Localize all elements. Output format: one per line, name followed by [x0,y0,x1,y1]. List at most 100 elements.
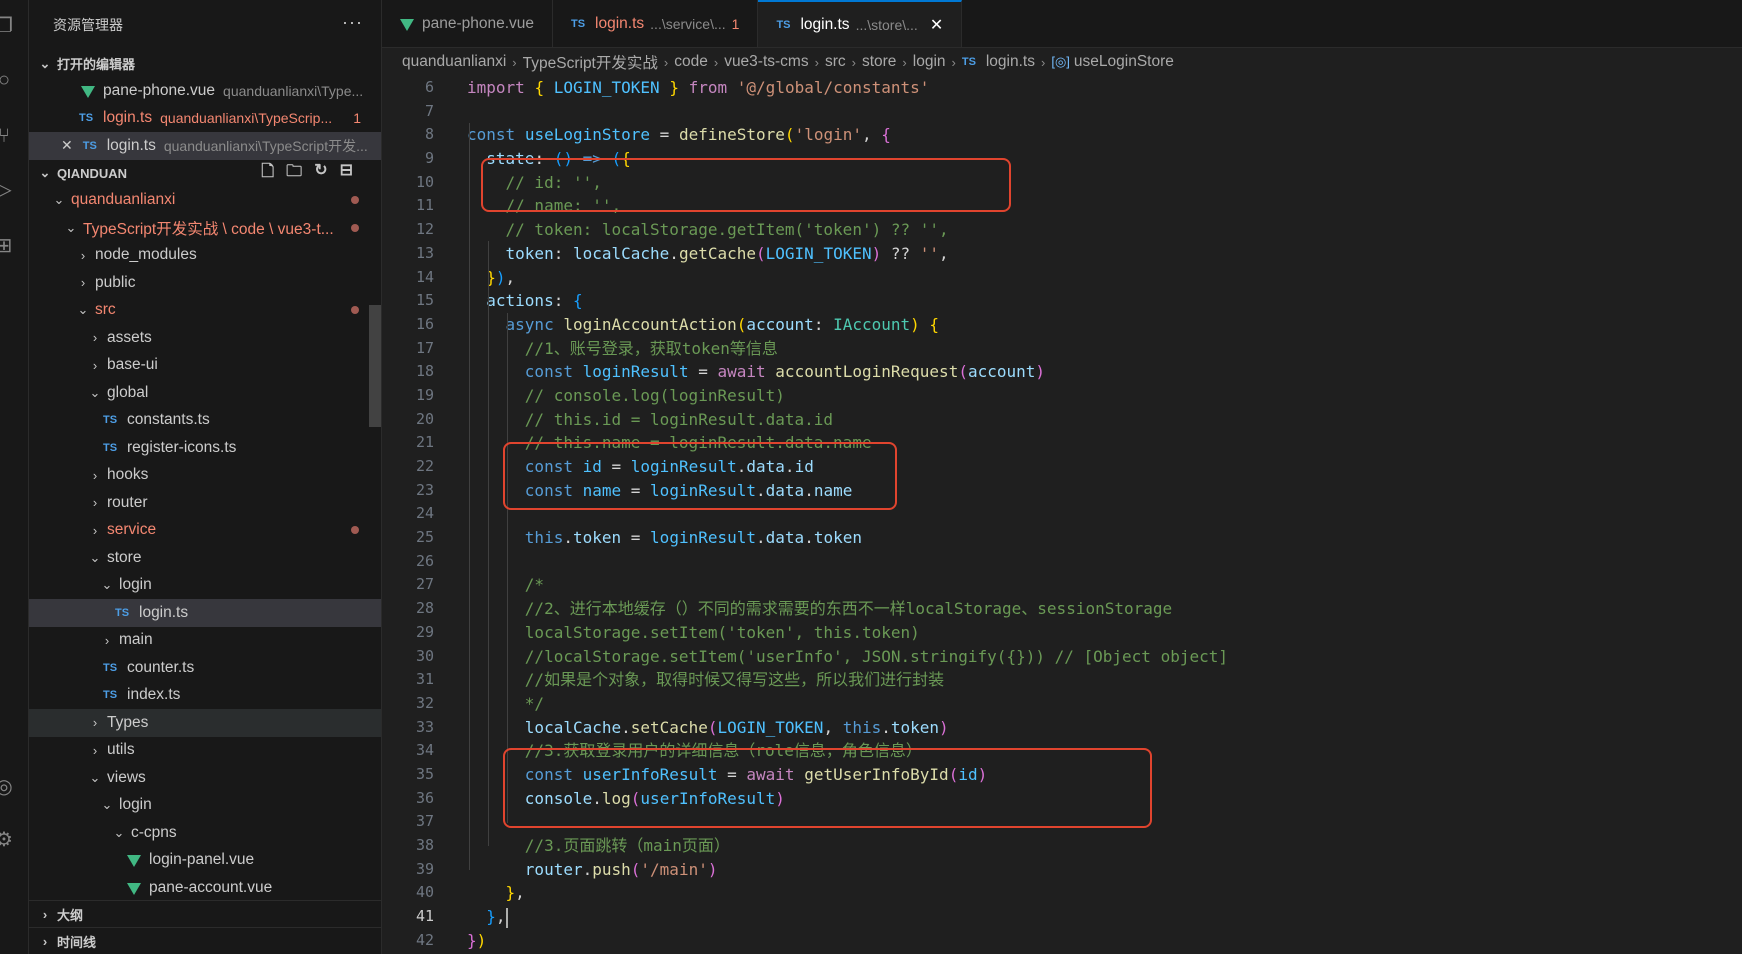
tree-item-label: hooks [107,466,149,484]
collapse-all-icon[interactable]: ⊟ [340,160,353,187]
sidebar-scrollbar[interactable] [369,305,381,427]
code-line[interactable]: //2、进行本地缓存（）不同的需求需要的东西不一样localStorage、se… [467,597,1742,621]
open-editors-header[interactable]: ⌄ 打开的编辑器 [29,50,381,77]
code-line[interactable]: //localStorage.setItem('userInfo', JSON.… [467,645,1742,669]
code-line[interactable]: localCache.setCache(LOGIN_TOKEN, this.to… [467,716,1742,740]
code-line[interactable]: // token: localStorage.getItem('token') … [467,218,1742,242]
editor-tab[interactable]: TS login.ts ...\service\... 1 [553,0,759,47]
code-line[interactable]: const loginResult = await accountLoginRe… [467,360,1742,384]
tree-item[interactable]: TS counter.ts [29,654,381,682]
code-line[interactable]: //如果是个对象，取得时候又得写这些，所以我们进行封装 [467,668,1742,692]
code-line[interactable] [467,100,1742,124]
outline-header[interactable]: › 大纲 [29,900,381,928]
code-token: localCache [572,243,670,263]
code-line[interactable]: const useLoginStore = defineStore('login… [467,123,1742,147]
breadcrumb-item[interactable]: useLoginStore [1074,53,1174,71]
typescript-file-icon: TS [103,414,118,427]
tree-item[interactable]: ⌄ global [29,379,381,407]
code-line[interactable]: this.token = loginResult.data.token [467,526,1742,550]
tree-item[interactable]: › Types [29,709,381,737]
tree-item[interactable]: ⌄ store [29,544,381,572]
run-debug-icon[interactable]: ▷ [0,178,16,202]
explorer-sidebar: 资源管理器 ··· ⌄ 打开的编辑器 pane-phone.vue quandua… [29,0,382,954]
code-token: '' [919,243,940,263]
code-line[interactable]: */ [467,692,1742,716]
tree-item[interactable]: › utils [29,737,381,765]
tab-label: pane-phone.vue [422,14,535,32]
tree-item[interactable]: ⌄ src [29,297,381,325]
tree-item[interactable]: ⌄ views [29,764,381,792]
breadcrumb-item[interactable]: login [913,53,946,71]
tree-item[interactable]: pane-account.vue [29,874,381,902]
tree-item[interactable]: › router [29,489,381,517]
tree-item[interactable]: login-panel.vue [29,847,381,875]
tree-item[interactable]: › main [29,627,381,655]
code-line[interactable]: }), [467,266,1742,290]
editor-tab[interactable]: TS login.ts ...\store\... ✕ [758,0,963,47]
source-control-icon[interactable]: ⑂ [0,124,16,148]
search-icon[interactable]: ○ [0,68,16,92]
tree-item[interactable]: › public [29,269,381,297]
new-file-icon[interactable]: 🗋 [261,160,274,187]
code-line[interactable] [467,550,1742,574]
tree-item[interactable]: ⌄ quanduanlianxi [29,187,381,215]
tab-close-icon[interactable]: ✕ [930,15,943,35]
timeline-header[interactable]: › 时间线 [29,927,381,954]
more-actions-icon[interactable]: ··· [342,12,363,33]
tree-item[interactable]: ⌄ c-cpns [29,819,381,847]
breadcrumb-item[interactable]: TypeScript开发实战 [523,51,658,73]
breadcrumb-item[interactable]: quanduanlianxi [402,53,506,71]
tree-item[interactable]: › node_modules [29,242,381,270]
close-icon[interactable]: ✕ [61,137,73,154]
code-token: . [756,528,766,548]
code-line[interactable]: token: localCache.getCache(LOGIN_TOKEN) … [467,242,1742,266]
tree-item[interactable]: ⌄ login [29,792,381,820]
code-token: LOGIN_TOKEN [553,78,660,97]
code-line[interactable]: /* [467,573,1742,597]
code-line[interactable]: // console.log(loginResult) [467,384,1742,408]
account-icon[interactable]: ◎ [0,775,16,799]
code-line[interactable]: //3.页面跳转（main页面） [467,834,1742,858]
code-line[interactable]: }, [467,881,1742,905]
tree-item[interactable]: TS register-icons.ts [29,434,381,462]
editor-tab[interactable]: pane-phone.vue [382,0,554,47]
open-editor-item[interactable]: TS login.ts quanduanlianxi\TypeScrip... 1 [29,105,381,133]
breadcrumb-item[interactable]: vue3-ts-cms [724,53,808,71]
tree-item[interactable]: TS constants.ts [29,407,381,435]
tree-item[interactable]: › base-ui [29,352,381,380]
code-line[interactable]: }, [467,905,1742,929]
tree-item[interactable]: TS login.ts [29,599,381,627]
tree-item[interactable]: › service [29,517,381,545]
tree-item[interactable]: ⌄ TypeScript开发实战 \ code \ vue3-t... [29,214,381,242]
code-token: . [582,859,593,879]
tree-item[interactable]: TS index.ts [29,682,381,710]
files-icon[interactable]: ❐ [0,14,16,38]
settings-gear-icon[interactable]: ⚙ [0,828,16,852]
code-line[interactable]: router.push('/main') [467,858,1742,882]
code-line[interactable]: //1、账号登录，获取token等信息 [467,337,1742,361]
code-line[interactable]: actions: { [467,289,1742,313]
extensions-icon[interactable]: ⊞ [0,234,16,258]
tree-item[interactable]: › hooks [29,462,381,490]
breadcrumb-item[interactable]: src [825,53,846,71]
new-folder-icon[interactable]: 🗀 [286,160,302,187]
tree-item[interactable]: ⌄ login [29,572,381,600]
code-line[interactable]: import { LOGIN_TOKEN } from '@/global/co… [467,76,1742,100]
refresh-icon[interactable]: ↻ [314,160,327,187]
workspace-header[interactable]: ⌄ QIANDUAN 🗋 🗀 ↻ ⊟ [29,160,381,187]
open-editor-item[interactable]: ✕ TS login.ts quanduanlianxi\TypeScript开发..… [29,132,381,160]
code-editor[interactable]: 6 7 8 9 10 11 12 13 14 15 16 17 18 19 20 21 22 23 24 25 26 27… [382,76,1742,954]
line-number: 33 [415,717,434,736]
chevron-down-icon: ⌄ [39,165,51,180]
open-editor-item[interactable]: pane-phone.vue quanduanlianxi\Type... [29,77,381,105]
code-line[interactable]: async loginAccountAction(account: IAccou… [467,313,1742,337]
code-line[interactable]: localStorage.setItem('token', this.token… [467,621,1742,645]
breadcrumb-item[interactable]: login.ts [986,53,1035,71]
code-line[interactable]: }) [467,929,1742,953]
code-line[interactable]: // this.id = loginResult.data.id [467,408,1742,432]
breadcrumb-item[interactable]: code [674,53,708,71]
breadcrumb-item[interactable]: store [862,53,896,71]
tree-item[interactable]: › assets [29,324,381,352]
